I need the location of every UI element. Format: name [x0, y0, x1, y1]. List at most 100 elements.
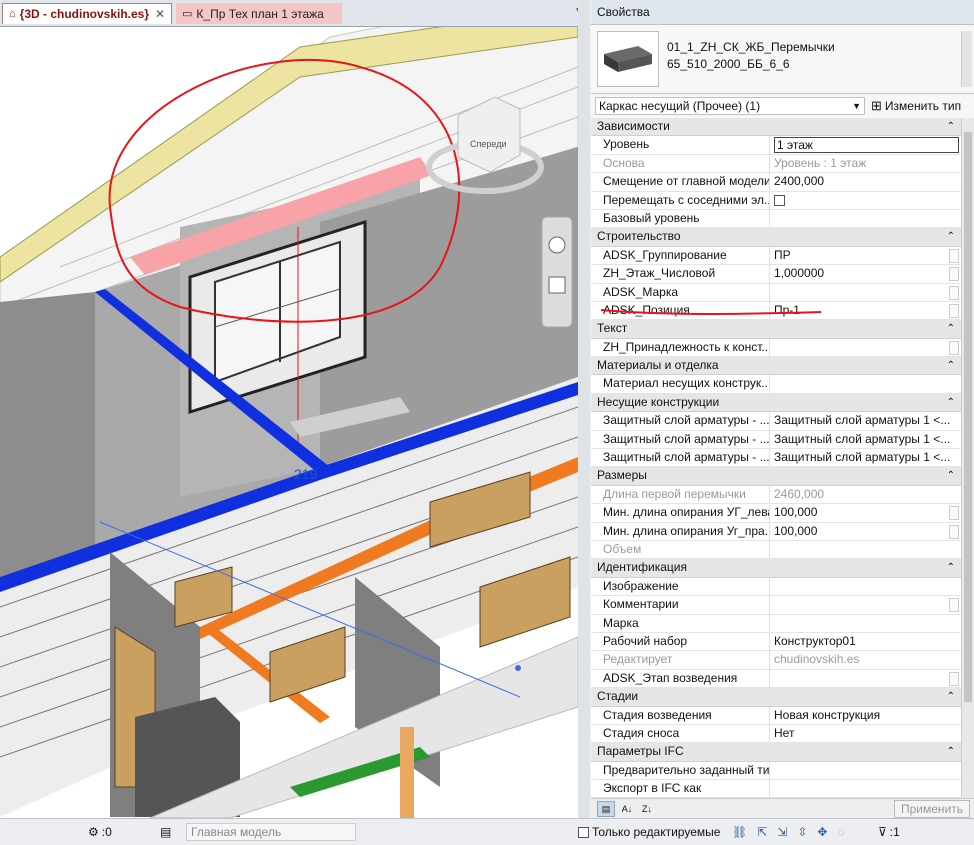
- property-row[interactable]: Рабочий набор Конструктор01: [591, 632, 961, 652]
- tab-3d-view[interactable]: ⌂ {3D - chudinovskih.es} ✕: [2, 3, 172, 24]
- property-group-header[interactable]: Материалы и отделка ⌃: [591, 357, 961, 376]
- filter-indicator[interactable]: ⊽ :1: [878, 825, 900, 839]
- active-model-select[interactable]: Главная модель: [186, 823, 356, 841]
- sort-az-icon[interactable]: A↓: [619, 802, 635, 816]
- property-value[interactable]: Конструктор01: [770, 633, 961, 650]
- property-value[interactable]: Нет: [770, 725, 961, 742]
- property-row[interactable]: Смещение от главной модели 2400,000: [591, 173, 961, 192]
- property-value[interactable]: [770, 615, 961, 632]
- associate-parameter-button[interactable]: [949, 285, 959, 300]
- collapse-icon[interactable]: ⌃: [947, 559, 955, 576]
- property-value[interactable]: [770, 192, 961, 209]
- close-icon[interactable]: ✕: [155, 7, 165, 21]
- property-row[interactable]: Комментарии: [591, 596, 961, 615]
- property-row[interactable]: Мин. длина опирания УГ_левая 100,000: [591, 504, 961, 523]
- collapse-icon[interactable]: ⌃: [947, 688, 955, 705]
- 3d-viewport[interactable]: 219 Спереди: [0, 27, 579, 818]
- worksets-indicator[interactable]: ⚙ :0: [88, 825, 112, 839]
- property-value[interactable]: Защитный слой арматуры 1 <...: [770, 431, 961, 448]
- property-row[interactable]: Материал несущих конструк...: [591, 375, 961, 394]
- tab-floor-plan[interactable]: ▭ К_Пр Тех план 1 этажа: [176, 3, 342, 24]
- property-row[interactable]: Уровень 1 этаж: [591, 136, 961, 155]
- property-group-header[interactable]: Зависимости ⌃: [591, 118, 961, 137]
- associate-parameter-button[interactable]: [949, 340, 959, 355]
- property-group-header[interactable]: Параметры IFC ⌃: [591, 743, 961, 762]
- property-row[interactable]: Марка: [591, 614, 961, 633]
- property-checkbox[interactable]: [774, 194, 785, 206]
- collapse-icon[interactable]: ⌃: [947, 357, 955, 374]
- property-group-header[interactable]: Строительство ⌃: [591, 228, 961, 247]
- property-value[interactable]: [770, 284, 961, 301]
- property-value[interactable]: ПР: [770, 247, 961, 264]
- select-underlay-icon[interactable]: ⇱: [757, 825, 767, 839]
- type-scroll[interactable]: [961, 31, 972, 87]
- property-value[interactable]: [770, 210, 961, 227]
- property-row[interactable]: ZH_Принадлежность к конст...: [591, 338, 961, 358]
- property-value-input[interactable]: 1 этаж: [774, 137, 959, 154]
- property-group-header[interactable]: Размеры ⌃: [591, 467, 961, 486]
- select-pinned-icon[interactable]: ⇲: [777, 825, 787, 839]
- property-row[interactable]: ADSK_Этап возведения: [591, 669, 961, 689]
- property-row[interactable]: Стадия сноса Нет: [591, 724, 961, 744]
- property-row[interactable]: Защитный слой арматуры - ... Защитный сло…: [591, 449, 961, 468]
- property-value[interactable]: [770, 670, 961, 687]
- property-value[interactable]: Защитный слой арматуры 1 <...: [770, 412, 961, 429]
- associate-parameter-button[interactable]: [949, 303, 959, 318]
- editable-only-toggle[interactable]: Только редактируемые: [578, 825, 720, 839]
- apply-button[interactable]: Применить: [893, 800, 970, 818]
- sort-za-icon[interactable]: Z↓: [639, 802, 655, 816]
- collapse-icon[interactable]: ⌃: [947, 320, 955, 337]
- property-value[interactable]: [770, 578, 961, 595]
- property-value[interactable]: 100,000: [770, 504, 961, 521]
- property-value[interactable]: 100,000: [770, 523, 961, 540]
- property-group-header[interactable]: Идентификация ⌃: [591, 559, 961, 578]
- collapse-icon[interactable]: ⌃: [947, 743, 955, 760]
- instance-filter-select[interactable]: Каркас несущий (Прочее) (1) ▼: [595, 97, 865, 115]
- property-row[interactable]: Экспорт в IFC как: [591, 780, 961, 798]
- background-process-icon[interactable]: ◌: [837, 825, 844, 839]
- editable-only-checkbox[interactable]: [578, 826, 589, 838]
- property-group-header[interactable]: Несущие конструкции ⌃: [591, 393, 961, 413]
- property-value[interactable]: [770, 780, 961, 797]
- property-value[interactable]: [770, 339, 961, 356]
- type-selector[interactable]: 01_1_ZH_СК_ЖБ_Перемычки 65_510_2000_ББ_6…: [591, 25, 974, 94]
- collapse-icon[interactable]: ⌃: [947, 467, 955, 484]
- edit-type-button[interactable]: ⊞ Изменить тип: [871, 98, 961, 114]
- property-value[interactable]: [770, 762, 961, 779]
- property-row[interactable]: Защитный слой арматуры - ... Защитный сло…: [591, 430, 961, 450]
- associate-parameter-button[interactable]: [949, 506, 959, 521]
- design-options-icon[interactable]: ▤: [160, 825, 171, 839]
- property-row[interactable]: Базовый уровень: [591, 209, 961, 229]
- property-row[interactable]: Предварительно заданный ти...: [591, 761, 961, 781]
- associate-parameter-button[interactable]: [949, 671, 959, 686]
- properties-scrollbar[interactable]: [961, 118, 974, 798]
- property-value[interactable]: [770, 596, 961, 613]
- collapse-icon[interactable]: ⌃: [947, 118, 955, 135]
- property-row[interactable]: ADSK_Группирование ПР: [591, 246, 961, 266]
- drag-elements-icon[interactable]: ✥: [817, 825, 827, 839]
- property-value[interactable]: 2400,000: [770, 173, 961, 190]
- property-value[interactable]: Защитный слой арматуры 1 <...: [770, 449, 961, 466]
- property-group-header[interactable]: Текст ⌃: [591, 320, 961, 339]
- property-row[interactable]: Защитный слой арматуры - ... Защитный сло…: [591, 412, 961, 431]
- sort-categorized-icon[interactable]: ▤: [597, 801, 615, 817]
- property-row[interactable]: Мин. длина опирания Уг_пра... 100,000: [591, 522, 961, 541]
- property-value[interactable]: 1 этаж: [770, 136, 961, 154]
- associate-parameter-button[interactable]: [949, 524, 959, 539]
- associate-parameter-button[interactable]: [949, 598, 959, 613]
- property-row[interactable]: Перемещать с соседними эл...: [591, 191, 961, 210]
- property-row[interactable]: Изображение: [591, 577, 961, 597]
- select-links-icon[interactable]: ⛓: [732, 825, 747, 839]
- navigation-bar[interactable]: [541, 216, 573, 328]
- collapse-icon[interactable]: ⌃: [947, 228, 955, 245]
- associate-parameter-button[interactable]: [949, 248, 959, 263]
- property-row[interactable]: ZH_Этаж_Числовой 1,000000: [591, 265, 961, 284]
- property-value[interactable]: 1,000000: [770, 265, 961, 282]
- property-row[interactable]: Стадия возведения Новая конструкция: [591, 706, 961, 725]
- associate-parameter-button[interactable]: [949, 267, 959, 282]
- property-value[interactable]: [770, 375, 961, 392]
- property-group-header[interactable]: Стадии ⌃: [591, 688, 961, 707]
- select-by-face-icon[interactable]: ⇳: [797, 825, 807, 839]
- panel-splitter[interactable]: [578, 0, 590, 818]
- property-value[interactable]: Новая конструкция: [770, 707, 961, 724]
